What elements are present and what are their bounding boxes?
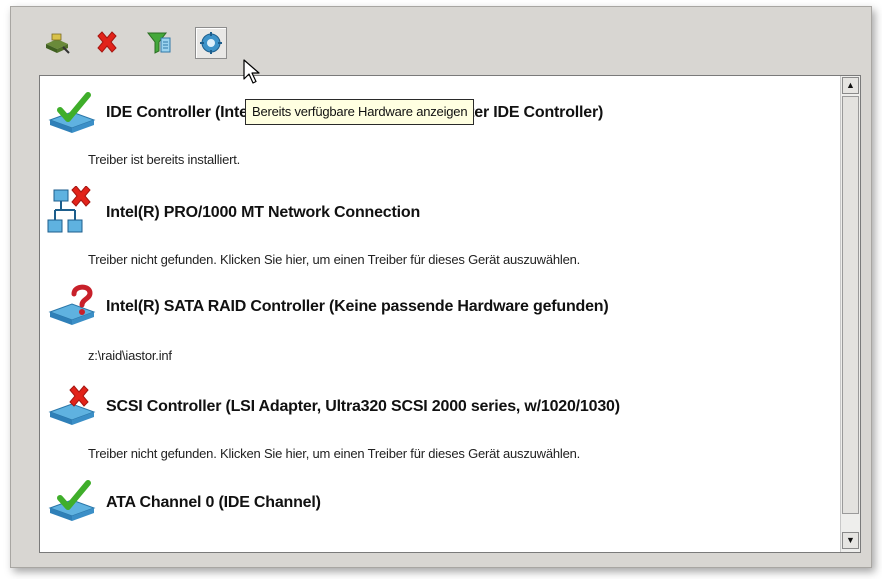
device-title[interactable]: SCSI Controller (LSI Adapter, Ultra320 S…: [106, 398, 620, 416]
device-description: z:\raid\iastor.inf: [88, 348, 172, 363]
vertical-scrollbar[interactable]: ▲ ▼: [840, 76, 860, 552]
add-driver-button[interactable]: [41, 27, 73, 59]
device-error-icon: [46, 382, 100, 428]
network-error-icon: [46, 185, 100, 233]
filter-button[interactable]: [143, 27, 175, 59]
arrow-down-icon: ▼: [846, 535, 855, 545]
arrow-up-icon: ▲: [846, 80, 855, 90]
show-hardware-icon: [200, 32, 222, 54]
device-description[interactable]: Treiber nicht gefunden. Klicken Sie hier…: [88, 446, 580, 461]
delete-icon: [97, 31, 117, 53]
device-description: Treiber ist bereits installiert.: [88, 152, 241, 167]
device-description[interactable]: Treiber nicht gefunden. Klicken Sie hier…: [88, 252, 580, 267]
mouse-cursor-icon: [243, 59, 260, 84]
toolbar: [41, 25, 261, 61]
show-hardware-button[interactable]: [195, 27, 227, 59]
device-installed-icon: [46, 90, 100, 136]
device-title[interactable]: Intel(R) SATA RAID Controller (Keine pas…: [106, 298, 609, 316]
device-title[interactable]: Intel(R) PRO/1000 MT Network Connection: [106, 204, 420, 222]
delete-button[interactable]: [91, 27, 123, 59]
filter-icon: [146, 32, 171, 54]
add-driver-icon: [46, 33, 70, 54]
device-installed-icon: [46, 478, 100, 524]
driver-dialog: IDE Controller (Intel(R) 82371AB/EB PCI …: [10, 6, 872, 568]
tooltip: Bereits verfügbare Hardware anzeigen: [245, 99, 475, 125]
device-list[interactable]: IDE Controller (Intel(R) 82371AB/EB PCI …: [39, 75, 861, 553]
scrollbar-thumb[interactable]: [842, 96, 859, 514]
device-title[interactable]: ATA Channel 0 (IDE Channel): [106, 494, 321, 512]
scroll-down-button[interactable]: ▼: [842, 532, 859, 549]
scroll-up-button[interactable]: ▲: [842, 77, 859, 94]
device-unknown-icon: [46, 282, 100, 328]
